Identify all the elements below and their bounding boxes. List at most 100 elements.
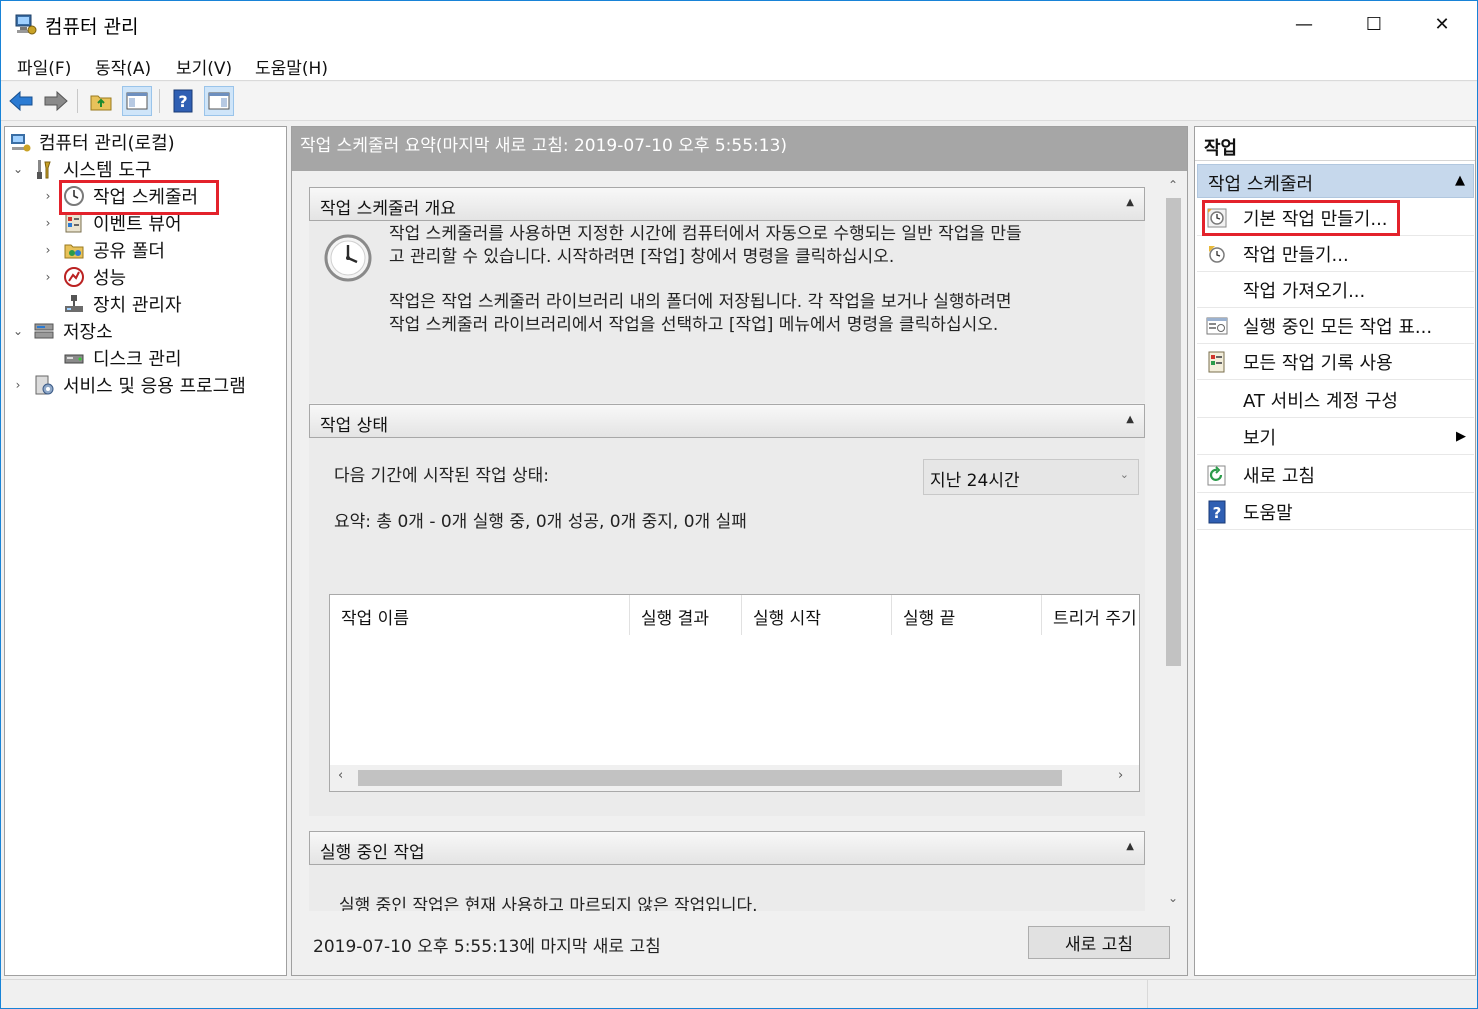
refresh-icon bbox=[1207, 465, 1226, 485]
section-title: 작업 상태 bbox=[320, 416, 388, 436]
show-hide-action-pane-button[interactable] bbox=[204, 86, 234, 116]
title-bar: 컴퓨터 관리 — ☐ ✕ bbox=[1, 1, 1477, 47]
overview-paragraph-line: 작업 스케줄러를 사용하면 지정한 시간에 컴퓨터에서 자동으로 수행되는 일반… bbox=[389, 224, 1022, 244]
action-label: 보기 bbox=[1243, 427, 1277, 449]
collapse-icon[interactable]: ▲ bbox=[1126, 841, 1134, 852]
tree-item-performance[interactable]: › 성능 bbox=[41, 264, 126, 290]
chevron-right-icon[interactable]: › bbox=[41, 216, 55, 230]
actions-group-task-scheduler[interactable]: 작업 스케줄러 ▲ bbox=[1197, 164, 1474, 198]
up-folder-icon bbox=[90, 95, 112, 111]
scroll-left-icon[interactable]: ‹ bbox=[338, 768, 343, 783]
action-label: 작업 가져오기... bbox=[1243, 280, 1366, 302]
scroll-down-icon[interactable]: ⌄ bbox=[1160, 886, 1186, 910]
tree-item-services-applications[interactable]: › 서비스 및 응용 프로그램 bbox=[11, 372, 246, 398]
overview-section-header[interactable]: 작업 스케줄러 개요 ▲ bbox=[309, 187, 1145, 221]
system-tools-icon bbox=[37, 160, 51, 179]
tree-item-label: 컴퓨터 관리(로컬) bbox=[39, 133, 175, 154]
forward-arrow-icon bbox=[44, 90, 68, 112]
chevron-right-icon[interactable]: › bbox=[41, 270, 55, 284]
highlight-box bbox=[1202, 200, 1400, 236]
action-configure-at-service-account[interactable]: AT 서비스 계정 구성 bbox=[1197, 382, 1474, 418]
action-refresh[interactable]: 새로 고침 bbox=[1197, 457, 1474, 493]
action-label: 새로 고침 bbox=[1243, 465, 1315, 487]
highlight-box bbox=[59, 180, 219, 215]
tree-item-label: 저장소 bbox=[63, 322, 113, 343]
scroll-right-icon[interactable]: › bbox=[1118, 768, 1123, 783]
running-tasks-icon bbox=[1206, 317, 1228, 334]
task-scheduler-summary-panel: 작업 스케줄러 요약(마지막 새로 고침: 2019-07-10 오후 5:55… bbox=[291, 126, 1188, 976]
period-dropdown-value: 지난 24시간 bbox=[930, 471, 1020, 491]
column-header-run-result[interactable]: 실행 결과 bbox=[630, 595, 742, 635]
action-create-task[interactable]: 작업 만들기... bbox=[1197, 236, 1474, 272]
tree-item-system-tools[interactable]: ⌄ 시스템 도구 bbox=[11, 156, 152, 182]
close-button[interactable]: ✕ bbox=[1407, 1, 1477, 47]
refresh-button[interactable]: 새로 고침 bbox=[1028, 926, 1170, 959]
forward-button[interactable] bbox=[41, 86, 71, 116]
action-display-running-tasks[interactable]: 실행 중인 모든 작업 표... bbox=[1197, 308, 1474, 344]
status-bar-cell bbox=[1147, 980, 1477, 1008]
event-viewer-icon bbox=[65, 213, 82, 233]
status-bar bbox=[1, 979, 1477, 1008]
disk-management-icon bbox=[64, 354, 84, 364]
toolbar: ? bbox=[1, 82, 1477, 121]
chevron-right-icon[interactable]: › bbox=[41, 189, 55, 203]
collapse-icon[interactable]: ▲ bbox=[1126, 414, 1134, 425]
show-hide-console-tree-button[interactable] bbox=[122, 86, 152, 116]
tree-item-label: 디스크 관리 bbox=[93, 349, 182, 370]
column-header-run-end[interactable]: 실행 끝 bbox=[892, 595, 1042, 635]
chevron-down-icon[interactable]: ⌄ bbox=[11, 162, 25, 176]
tree-item-label: 시스템 도구 bbox=[63, 160, 152, 181]
tree-item-device-manager[interactable]: 장치 관리자 bbox=[41, 291, 182, 317]
console-tree: 컴퓨터 관리(로컬) ⌄ 시스템 도구 › 작업 스케줄러 › 이벤트 뷰어 ›… bbox=[4, 126, 287, 976]
chevron-down-icon[interactable]: ⌄ bbox=[11, 324, 25, 338]
create-task-icon bbox=[1209, 245, 1225, 263]
action-help[interactable]: ? 도움말 bbox=[1197, 494, 1474, 530]
back-arrow-icon bbox=[9, 90, 33, 112]
period-dropdown[interactable]: 지난 24시간 ⌄ bbox=[923, 459, 1139, 495]
menu-view[interactable]: 보기(V) bbox=[176, 54, 232, 79]
task-history-icon bbox=[1208, 351, 1225, 372]
menu-file[interactable]: 파일(F) bbox=[17, 54, 71, 79]
vertical-scrollbar[interactable]: ⌃ ⌄ bbox=[1160, 171, 1186, 911]
horizontal-scroll-thumb[interactable] bbox=[358, 770, 1062, 786]
action-import-task[interactable]: 작업 가져오기... bbox=[1197, 272, 1474, 308]
minimize-button[interactable]: — bbox=[1269, 1, 1339, 47]
tree-item-storage[interactable]: ⌄ 저장소 bbox=[11, 318, 113, 344]
status-summary: 요약: 총 0개 - 0개 실행 중, 0개 성공, 0개 중지, 0개 실패 bbox=[334, 512, 747, 532]
maximize-button[interactable]: ☐ bbox=[1339, 1, 1409, 47]
menu-bar: 파일(F) 동작(A) 보기(V) 도움말(H) bbox=[1, 47, 1477, 81]
tree-item-disk-management[interactable]: 디스크 관리 bbox=[41, 345, 182, 371]
column-header-task-name[interactable]: 작업 이름 bbox=[330, 595, 630, 635]
menu-help[interactable]: 도움말(H) bbox=[255, 54, 328, 79]
task-status-grid[interactable]: 작업 이름 실행 결과 실행 시작 실행 끝 트리거 주기 ‹ › bbox=[329, 594, 1140, 792]
help-button[interactable]: ? bbox=[168, 86, 198, 116]
collapse-icon[interactable]: ▲ bbox=[1126, 197, 1134, 208]
summary-footer: 2019-07-10 오후 5:55:13에 마지막 새로 고침 새로 고침 bbox=[292, 911, 1187, 975]
section-title: 실행 중인 작업 bbox=[320, 843, 425, 863]
action-view[interactable]: 보기 ▶ bbox=[1197, 419, 1474, 455]
collapse-icon[interactable]: ▲ bbox=[1455, 173, 1465, 188]
tree-item-shared-folders[interactable]: › 공유 폴더 bbox=[41, 237, 165, 263]
running-tasks-section-header[interactable]: 실행 중인 작업 ▲ bbox=[309, 831, 1145, 865]
action-label: 도움말 bbox=[1243, 502, 1293, 524]
column-header-run-start[interactable]: 실행 시작 bbox=[742, 595, 892, 635]
scroll-up-icon[interactable]: ⌃ bbox=[1160, 173, 1186, 197]
chevron-down-icon: ⌄ bbox=[1119, 468, 1129, 481]
tree-item-computer-management[interactable]: 컴퓨터 관리(로컬) bbox=[9, 129, 175, 155]
chevron-right-icon[interactable]: › bbox=[11, 378, 25, 392]
column-header-trigger[interactable]: 트리거 주기 bbox=[1042, 595, 1139, 635]
show-hide-action-pane-icon bbox=[208, 92, 230, 110]
menu-action[interactable]: 동작(A) bbox=[95, 54, 151, 79]
horizontal-scrollbar[interactable]: ‹ › bbox=[330, 765, 1139, 791]
task-status-section-header[interactable]: 작업 상태 ▲ bbox=[309, 404, 1145, 438]
back-button[interactable] bbox=[6, 86, 36, 116]
last-refresh-text: 2019-07-10 오후 5:55:13에 마지막 새로 고침 bbox=[313, 937, 661, 957]
running-tasks-text: 실행 중인 작업은 현재 사용하고 마르되지 않은 작업입니다. bbox=[339, 896, 758, 911]
up-one-level-button[interactable] bbox=[86, 86, 116, 116]
action-label: 실행 중인 모든 작업 표... bbox=[1243, 316, 1433, 338]
tree-item-label: 공유 폴더 bbox=[93, 241, 165, 262]
action-enable-task-history[interactable]: 모든 작업 기록 사용 bbox=[1197, 344, 1474, 380]
vertical-scroll-thumb[interactable] bbox=[1166, 198, 1181, 666]
summary-scroll-area[interactable]: 작업 스케줄러 개요 ▲ 작업 스케줄러를 사용하면 지정한 시간에 컴퓨터에서… bbox=[292, 171, 1187, 911]
chevron-right-icon[interactable]: › bbox=[41, 243, 55, 257]
